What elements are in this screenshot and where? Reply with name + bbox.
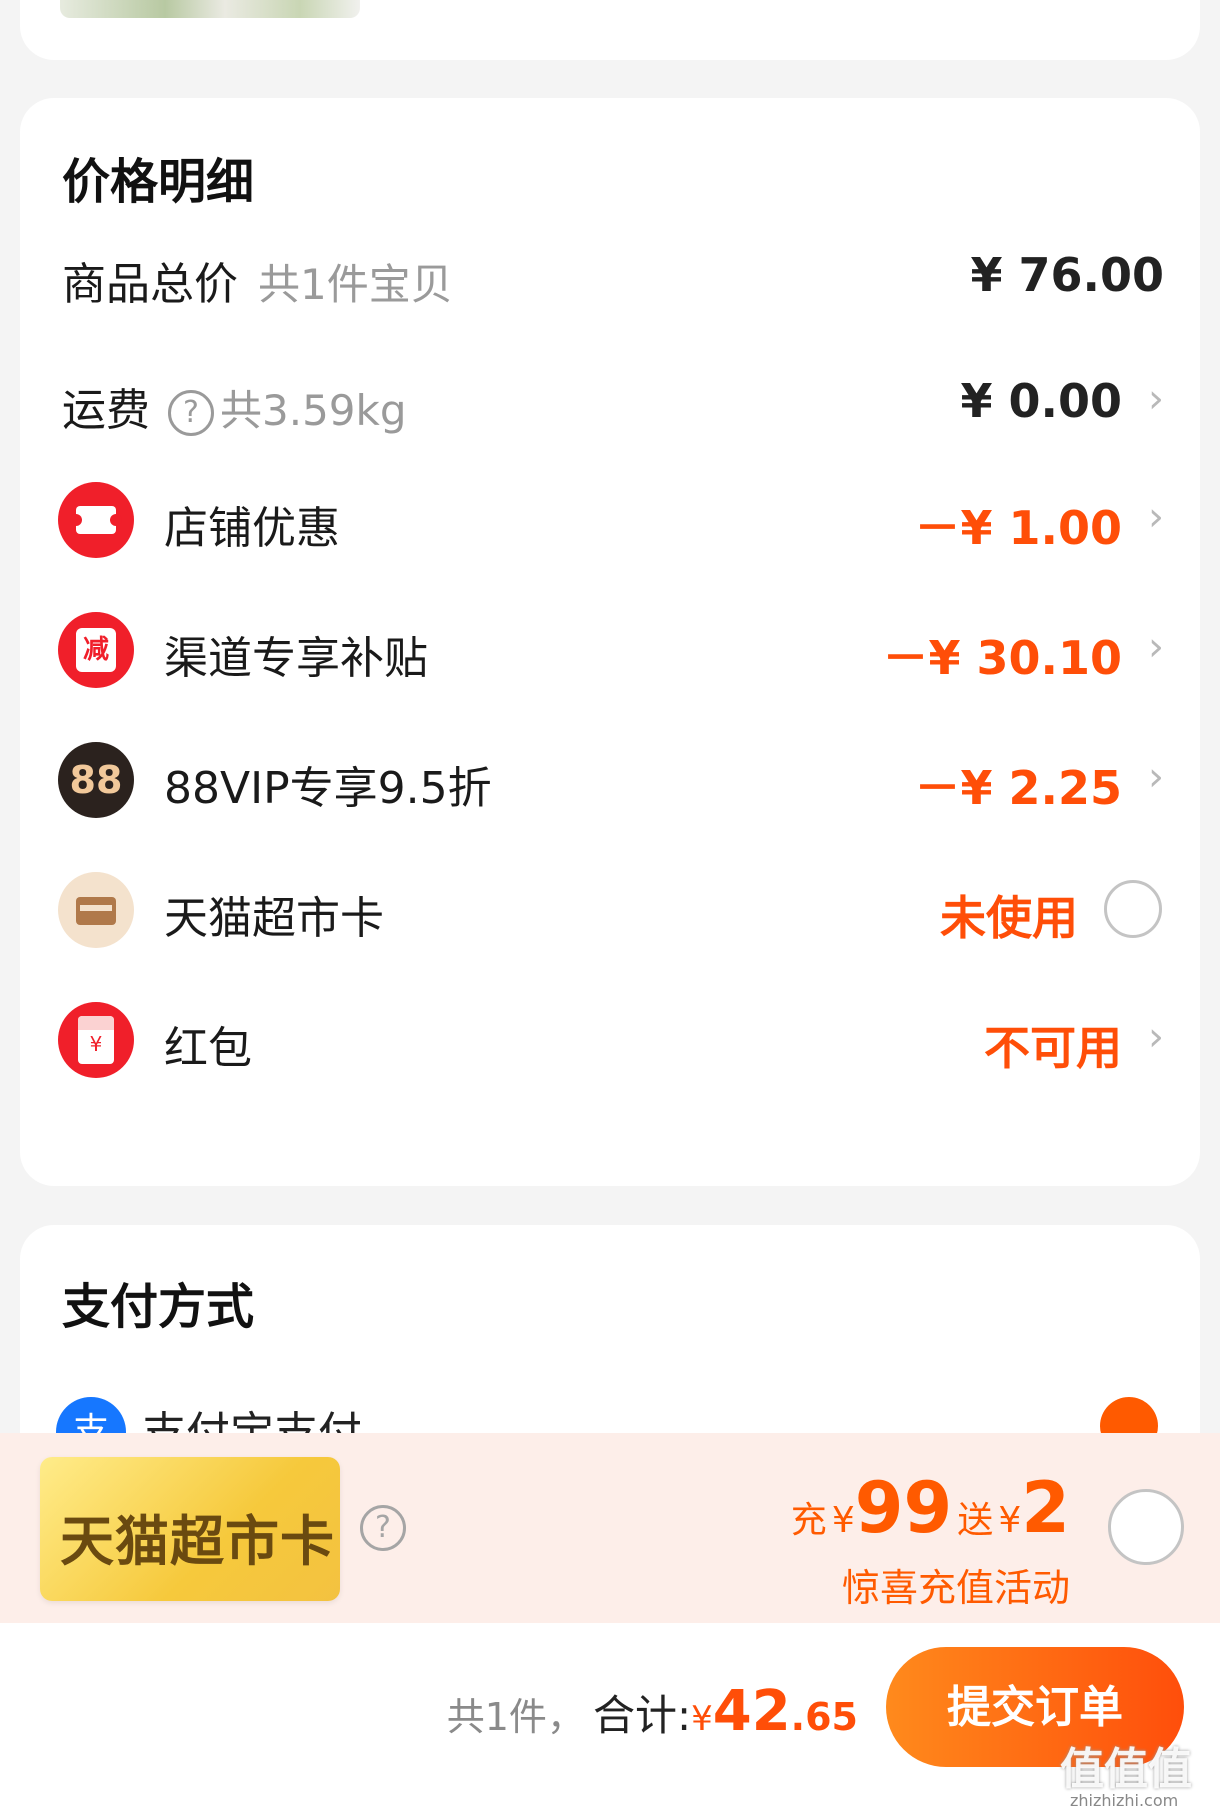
subsidy-icon: 减 [58,612,134,688]
chevron-right-icon: › [1148,754,1164,800]
total-amount: 42 [712,1679,791,1744]
tmall-card-status: 未使用 [940,891,1078,945]
shop-discount-row[interactable]: 店铺优惠 －¥ 1.00 › [20,466,1200,576]
product-card [20,0,1200,60]
shipping-value: ¥ 0.00 [960,374,1122,428]
tmall-card-row[interactable]: 天猫超市卡 未使用 [20,856,1200,966]
goods-total-value: ¥ 76.00 [970,248,1164,302]
shop-discount-value: －¥ 1.00 [914,501,1122,555]
red-packet-icon: ¥ [58,1002,134,1078]
order-total-summary: 共1件， 合计:¥42.65 [446,1679,858,1744]
price-details-card: 价格明细 商品总价 共1件宝贝 ¥ 76.00 运费? 共3.59kg ¥ 0.00… [20,98,1200,1186]
channel-subsidy-value: －¥ 30.10 [882,631,1122,685]
shop-discount-label: 店铺优惠 [164,503,340,554]
shipping-row[interactable]: 运费? 共3.59kg ¥ 0.00 › [20,346,1200,456]
recharge-offer: 充 ¥99 送 ¥2 [790,1467,1070,1549]
item-count: 共1件， [446,1695,585,1739]
goods-total-row: 商品总价 共1件宝贝 ¥ 76.00 [20,220,1200,330]
shipping-weight: 共3.59kg [220,386,407,435]
chevron-right-icon: › [1148,624,1164,670]
vip-88-icon: 88 [58,742,134,818]
goods-count: 共1件宝贝 [258,260,453,309]
wallet-card-icon [58,872,134,948]
channel-subsidy-label: 渠道专享补贴 [164,633,428,684]
selected-check-icon[interactable] [1100,1397,1158,1435]
chevron-right-icon: › [1148,376,1164,422]
alipay-label: 支付宝支付 [142,1408,362,1435]
tmall-card-promo-banner[interactable]: 天猫超市卡 ? 充 ¥99 送 ¥2 惊喜充值活动 [0,1433,1220,1623]
alipay-row[interactable]: 支 支付宝支付 [0,1395,1220,1435]
tmall-card-label: 天猫超市卡 [164,893,384,944]
red-packet-status: 不可用 [984,1021,1122,1075]
total-label: 合计: [592,1691,692,1740]
goods-total-label: 商品总价 [62,259,238,310]
shipping-label: 运费 [62,385,150,436]
tmall-card-radio[interactable] [1104,880,1162,938]
promo-subtitle: 惊喜充值活动 [841,1566,1070,1610]
coupon-icon [58,482,134,558]
red-packet-row[interactable]: ¥ 红包 不可用 › [20,986,1200,1096]
help-icon[interactable]: ? [360,1505,406,1551]
watermark-url: zhizhizhi.com [1070,1791,1179,1810]
payment-section-title: 支付方式 [62,1279,255,1335]
price-section-title: 价格明细 [62,154,255,210]
chevron-right-icon: › [1148,1014,1164,1060]
help-icon[interactable]: ? [168,390,214,436]
watermark-logo: 值值值 [1060,1744,1192,1795]
vip-discount-label: 88VIP专享9.5折 [164,763,492,814]
vip-discount-row[interactable]: 88 88VIP专享9.5折 －¥ 2.25 › [20,726,1200,836]
vip-discount-value: －¥ 2.25 [914,761,1122,815]
product-thumbnail[interactable] [60,0,360,18]
promo-radio[interactable] [1108,1489,1184,1565]
red-packet-label: 红包 [164,1023,252,1074]
channel-subsidy-row[interactable]: 减 渠道专享补贴 －¥ 30.10 › [20,596,1200,706]
bottom-checkout-bar: 共1件， 合计:¥42.65 提交订单 值值值 zhizhizhi.com [0,1623,1220,1817]
chevron-right-icon: › [1148,494,1164,540]
alipay-icon: 支 [56,1397,126,1435]
tmall-card-tag: 天猫超市卡 [40,1457,340,1601]
